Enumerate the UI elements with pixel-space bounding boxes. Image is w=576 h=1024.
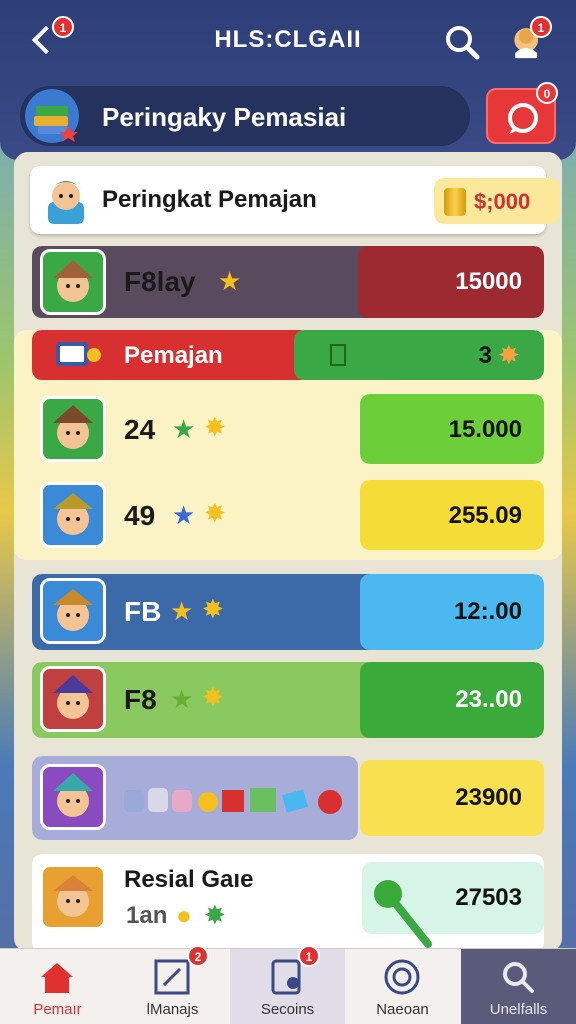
chat-icon <box>508 103 538 134</box>
avatar-icon <box>53 875 93 917</box>
leaderboard-row[interactable]: 23900 <box>32 756 544 840</box>
home-icon <box>41 963 73 993</box>
leaderboard-row[interactable]: Pemajan 3 ✸ <box>32 330 544 380</box>
avatar <box>40 764 106 830</box>
top-bar: 1 HLS:CLGAII 1 Peringaky Pemasiai 0 <box>0 0 576 160</box>
coin-value: $;000 <box>474 189 531 214</box>
player-name: Pemajan <box>124 342 223 369</box>
star-badge-icon: ✸ <box>204 498 226 528</box>
star-icon: ★ <box>170 684 194 714</box>
chat-badge: 0 <box>536 82 558 104</box>
nav-item-target[interactable]: Naeoan <box>345 949 460 1024</box>
player-name: FB <box>124 596 162 627</box>
avatar <box>40 864 106 930</box>
nav-item-search[interactable]: Unelfalls <box>461 949 576 1024</box>
player-name: 24 <box>124 414 156 445</box>
inventory-items-icon <box>124 788 342 814</box>
star-badge-icon: ✸ <box>204 412 226 442</box>
nav-label: Secoins <box>260 1001 315 1018</box>
badge-icon: ✸ <box>498 340 520 370</box>
avatar-icon <box>53 675 93 719</box>
edit-icon <box>154 959 190 995</box>
leaderboard-row[interactable]: F8lay ★ 15000 <box>32 246 544 318</box>
player-score: 3 <box>478 342 492 369</box>
star-badge-icon: ✸ <box>202 594 224 624</box>
avatar <box>40 249 106 315</box>
app-title: HLS:CLGAII <box>214 26 362 53</box>
avatar-icon <box>53 589 93 631</box>
book-icon <box>25 89 79 143</box>
player-score: 23900 <box>455 784 522 811</box>
nav-badge: 2 <box>187 945 209 967</box>
bottom-nav: Pemaır 2 lManajs 1 Secoins Naeoan Unelfa… <box>0 945 576 1024</box>
nav-item-sections[interactable]: 1 Secoins <box>230 945 345 1024</box>
highlight-section: Pemajan 3 ✸ 24 ★ ✸ 15.000 49 ★ ✸ 255.09 <box>14 330 562 560</box>
player-score: 12:.00 <box>453 598 522 625</box>
avatar <box>40 666 106 732</box>
player-score: 15.000 <box>448 416 522 443</box>
chat-button[interactable]: 0 <box>486 82 558 144</box>
avatar-icon <box>53 493 93 535</box>
player-name: F8lay <box>124 266 196 297</box>
nav-label: Naeoan <box>376 1001 429 1018</box>
target-icon <box>384 959 420 995</box>
coin-icon: ● <box>176 900 192 930</box>
book-icon <box>56 342 101 366</box>
star-icon: ★ <box>170 596 194 626</box>
leaderboard-row[interactable]: F8 ★ ✸ 23..00 <box>32 662 544 738</box>
avatar-icon <box>53 405 93 449</box>
coin-balance[interactable]: $;000 <box>434 178 560 224</box>
leaderboard-row[interactable]: Resial Gaıe 1an ● ✸ 27503 <box>32 854 544 952</box>
nav-item-home[interactable]: Pemaır <box>0 949 115 1024</box>
avatar <box>40 578 106 644</box>
profile-badge: 1 <box>530 16 552 38</box>
profile-button[interactable]: 1 <box>508 16 552 64</box>
player-name: F8 <box>124 684 157 715</box>
star-icon: ★ <box>218 266 242 296</box>
title-pill: Peringaky Pemasiai <box>20 86 470 146</box>
player-name: Resial Gaıe <box>124 866 254 893</box>
leaderboard-row[interactable]: FB ★ ✸ 12:.00 <box>32 574 544 650</box>
nav-label: Unelfalls <box>489 1001 548 1018</box>
avatar <box>40 482 106 548</box>
nav-item-manage[interactable]: 2 lManajs <box>115 945 230 1024</box>
star-icon: ★ <box>172 414 196 444</box>
avatar-icon <box>53 260 93 302</box>
search-button[interactable] <box>442 22 482 62</box>
avatar-icon <box>53 773 93 817</box>
player-name: 49 <box>124 500 156 531</box>
player-score: 15000 <box>455 268 522 295</box>
flag-icon <box>330 344 346 366</box>
search-icon <box>446 26 480 60</box>
player-score: 23..00 <box>455 686 522 713</box>
avatar <box>40 396 106 462</box>
star-icon: ✸ <box>204 900 226 930</box>
player-subtitle: 1an <box>126 902 168 929</box>
nav-label: lManajs <box>146 1001 199 1018</box>
leaderboard-title: Peringkat Pemajan <box>102 186 317 213</box>
title-pill-text: Peringaky Pemasiai <box>102 102 347 132</box>
player-score: 27503 <box>455 884 522 911</box>
leaderboard-row[interactable]: 24 ★ ✸ 15.000 <box>32 392 544 468</box>
search-icon <box>503 962 534 993</box>
leaderboard-panel: Peringkat Pemajan $;000 F8lay ★ 15000 Pe… <box>14 152 562 952</box>
nav-badge: 1 <box>298 945 320 967</box>
player-avatar-icon <box>48 181 84 224</box>
star-icon: ★ <box>172 500 196 530</box>
leaderboard-header: Peringkat Pemajan $;000 <box>30 166 560 234</box>
gold-bar-icon <box>444 188 466 216</box>
leaderboard-row[interactable]: 49 ★ ✸ 255.09 <box>32 478 544 554</box>
star-badge-icon: ✸ <box>202 682 224 712</box>
nav-label: Pemaır <box>33 1001 82 1018</box>
player-score: 255.09 <box>448 502 522 529</box>
